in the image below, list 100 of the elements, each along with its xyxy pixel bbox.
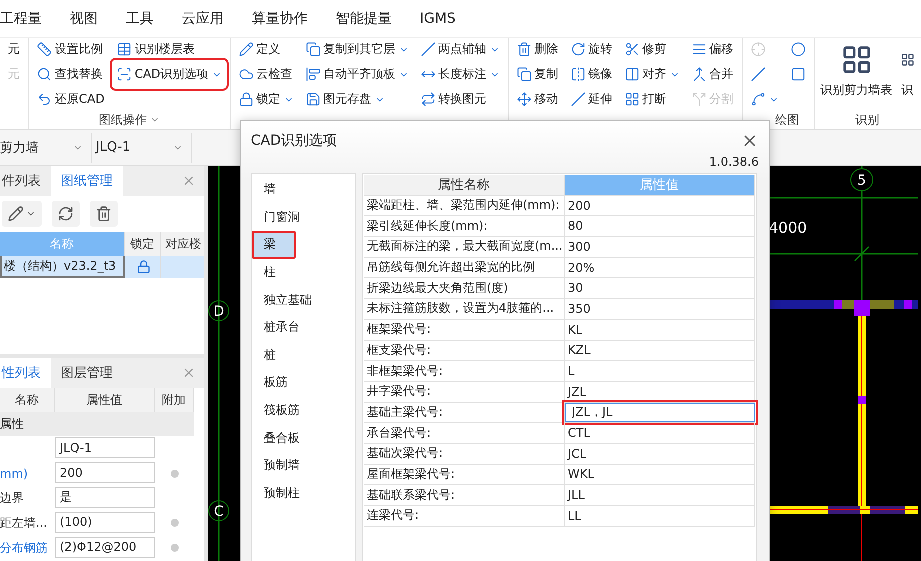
ribbon-button[interactable]: 旋转 (568, 38, 615, 61)
menu-item[interactable]: 算量协作 (238, 10, 322, 28)
property-name: 未标注箍筋肢数，设置为4肢箍的... (364, 299, 565, 319)
search-icon (37, 67, 52, 82)
property-value[interactable]: (2)Φ12@200 (55, 536, 155, 558)
column-header: 属性值 (55, 388, 155, 412)
radio-dot[interactable] (170, 519, 178, 528)
pencil-icon (238, 42, 254, 57)
ribbon-button[interactable]: 对齐 (622, 63, 682, 86)
column-header: 名称 (0, 232, 125, 256)
category-item[interactable]: 板筋 (252, 369, 355, 397)
ribbon-button[interactable]: 云检查 (236, 63, 296, 86)
ribbon-button[interactable]: 设置比例 (35, 38, 107, 61)
property-value[interactable]: (100) (55, 512, 155, 533)
property-name: 折梁边线最大夹角范围(度) (364, 278, 565, 298)
ribbon-button[interactable]: 转换图元 (418, 88, 502, 111)
copy-icon (516, 67, 532, 82)
category-item[interactable]: 叠合板 (252, 424, 355, 452)
ribbon-large-button[interactable]: 识 (900, 38, 915, 111)
column-header: 锁定 (125, 232, 161, 256)
menu-item[interactable]: 视图 (56, 10, 112, 28)
property-value[interactable]: 是 (55, 487, 155, 508)
category-item[interactable]: 梁 (252, 231, 296, 259)
ribbon-button[interactable]: 镜像 (568, 63, 615, 86)
dropdown-field[interactable]: 剪力墙 (0, 132, 92, 162)
ribbon-large-button[interactable]: 识别剪力墙表 (820, 38, 893, 111)
pencil-icon (8, 206, 24, 222)
ribbon-button[interactable]: 查找替换 (35, 63, 107, 86)
mirror-icon (570, 67, 586, 82)
ribbon-button[interactable]: 两点辅轴 (418, 38, 502, 61)
group-label: 绘图 (776, 112, 801, 128)
ribbon-button[interactable]: 删除 (514, 38, 561, 61)
dropdown-field[interactable]: JLQ-1 (92, 132, 192, 162)
property-value: L (565, 361, 755, 381)
edit-button[interactable] (2, 201, 42, 227)
category-item[interactable]: 预制墙 (252, 452, 355, 480)
ribbon-button[interactable]: 元 (6, 38, 22, 61)
category-item[interactable]: 筏板筋 (252, 396, 355, 424)
ribbon-button[interactable]: 复制 (514, 63, 561, 86)
ribbon-button[interactable]: 延伸 (568, 88, 615, 111)
ribbon-button[interactable]: 锁定 (236, 88, 296, 111)
ribbon-button[interactable]: 还原CAD (35, 88, 107, 111)
axis-marker: C (208, 500, 230, 522)
lock-icon (238, 92, 254, 107)
cloud-icon (238, 67, 254, 82)
merge-icon (692, 67, 707, 82)
panel-tab[interactable]: 性列表 (0, 358, 51, 388)
group-label: 图纸操作 (98, 112, 147, 128)
scan-icon (116, 67, 132, 82)
ribbon-button[interactable]: 长度标注 (418, 63, 502, 86)
radio-dot[interactable] (170, 470, 178, 478)
circle-icon (790, 42, 806, 57)
ribbon-button[interactable]: 修剪 (622, 38, 682, 61)
menu-item[interactable]: 工程量 (0, 10, 56, 28)
column-header: 附加 (155, 388, 194, 412)
property-value: 200 (565, 196, 755, 216)
ribbon-button[interactable]: 偏移 (690, 38, 736, 61)
axis-marker: D (208, 300, 230, 322)
ribbon-button[interactable]: 识别楼层表 (114, 38, 224, 61)
category-item[interactable]: 独立基础 (252, 286, 355, 314)
ribbon-button[interactable]: 图元存盘 (304, 88, 411, 111)
column-header: 对应楼 (161, 232, 204, 256)
grid-icon (840, 44, 873, 76)
category-item[interactable]: 桩 (252, 342, 355, 370)
category-item[interactable]: 门窗洞 (252, 204, 355, 232)
property-name: 承台梁代号: (364, 423, 565, 443)
menu-item[interactable]: IGMS (406, 10, 470, 26)
menu-item[interactable]: 云应用 (168, 10, 238, 28)
ribbon-button[interactable]: 移动 (514, 88, 561, 111)
ribbon-button[interactable]: 复制到其它层 (304, 38, 411, 61)
property-value[interactable]: 200 (55, 462, 155, 484)
category-item[interactable]: 柱 (252, 258, 355, 286)
property-name: 梁引线延伸长度(mm): (364, 216, 565, 236)
trash-icon (96, 206, 112, 222)
menu-item[interactable]: 工具 (112, 10, 168, 28)
ribbon-button[interactable]: 自动平齐顶板 (304, 63, 411, 86)
ribbon-button[interactable]: 合并 (690, 63, 736, 86)
panel-tab[interactable]: 图纸管理 (51, 166, 123, 196)
menu-item[interactable]: 智能提量 (322, 10, 406, 28)
align-icon (306, 67, 321, 82)
refresh-button[interactable] (52, 201, 80, 227)
property-value: 30 (565, 278, 755, 298)
axis-marker: 5 (850, 168, 874, 192)
property-value[interactable]: JLQ-1 (55, 437, 155, 458)
columns-icon (624, 67, 640, 82)
category-item[interactable]: 预制柱 (252, 480, 355, 508)
rotate-icon (570, 42, 586, 57)
ribbon-button[interactable]: 定义 (236, 38, 296, 61)
radio-dot[interactable] (170, 544, 178, 552)
property-name: 基础次梁代号: (364, 444, 565, 464)
undo-icon (37, 92, 52, 107)
table-row[interactable]: 楼（结构）v23.2_t3 (0, 256, 204, 278)
property-value: KZL (565, 340, 755, 360)
group-label: 识别 (856, 112, 880, 128)
column-header[interactable]: 属性名称 (364, 175, 565, 195)
ribbon-button[interactable]: 打断 (622, 88, 682, 111)
delete-button[interactable] (90, 201, 118, 227)
category-item[interactable]: 墙 (252, 176, 355, 204)
ribbon-button[interactable]: CAD识别选项 (114, 63, 224, 86)
category-item[interactable]: 桩承台 (252, 314, 355, 342)
